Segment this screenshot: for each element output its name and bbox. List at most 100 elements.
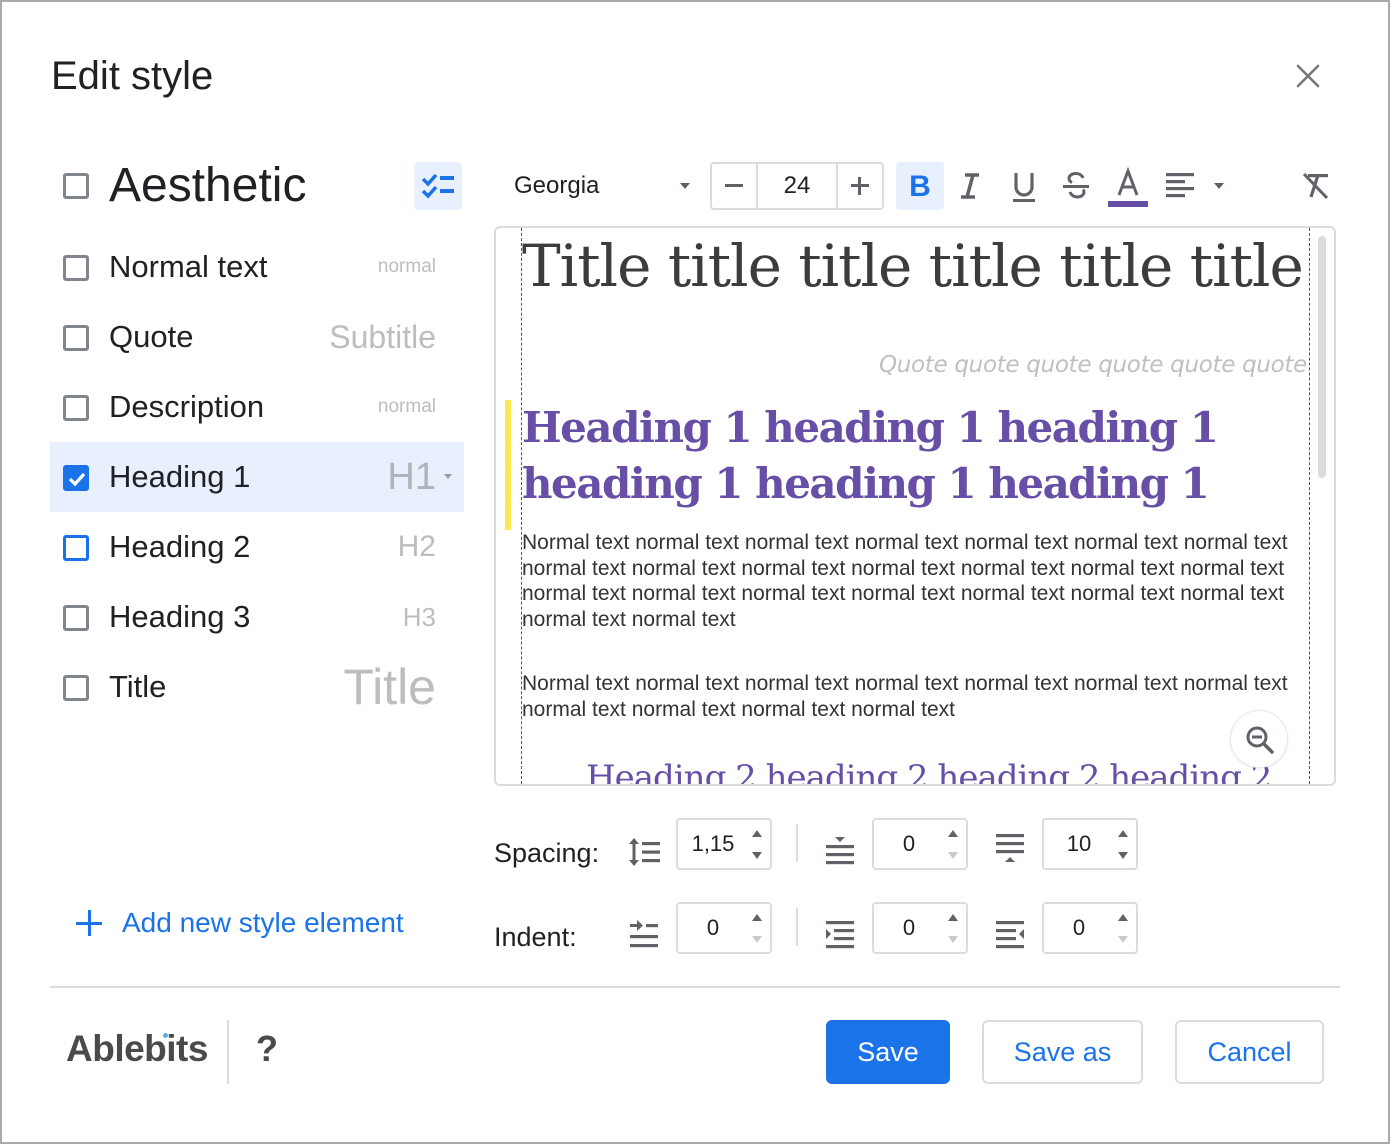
style-checkbox[interactable] (63, 395, 89, 421)
margin-guide-right (1309, 228, 1310, 784)
style-item-heading-2[interactable]: Heading 2 H2 (50, 512, 464, 582)
style-checkbox[interactable] (63, 675, 89, 701)
increment-arrow[interactable] (948, 914, 958, 921)
checkmark-icon (68, 472, 86, 487)
preview-heading-1: Heading 1 heading 1 heading 1 heading 1 … (522, 403, 1219, 508)
footer-divider (50, 986, 1340, 988)
preview-quote: Quote quote quote quote quote quote (878, 352, 1307, 378)
chevron-down-icon (680, 183, 690, 189)
style-checkbox[interactable] (63, 465, 89, 491)
chevron-down-icon[interactable] (444, 474, 452, 479)
increase-font-size-button[interactable] (838, 164, 882, 208)
style-checkbox[interactable] (63, 255, 89, 281)
font-family-select[interactable]: Georgia (494, 162, 700, 210)
preview-normal-text: Normal text normal text normal text norm… (522, 672, 1288, 721)
decrement-arrow[interactable] (1118, 936, 1128, 943)
space-before-value: 0 (902, 831, 916, 856)
style-checkbox[interactable] (63, 325, 89, 351)
select-all-button[interactable] (414, 162, 462, 210)
style-item-quote[interactable]: Quote Subtitle (50, 302, 464, 372)
svg-text:B: B (909, 170, 931, 203)
increment-arrow[interactable] (752, 830, 762, 837)
style-checkbox[interactable] (63, 535, 89, 561)
cancel-button[interactable]: Cancel (1175, 1020, 1324, 1084)
space-after-value: 10 (1066, 831, 1092, 856)
style-item-label: Title (109, 669, 167, 704)
style-item-heading-1[interactable]: Heading 1 H1 (50, 442, 464, 512)
style-item-heading-3[interactable]: Heading 3 H3 (50, 582, 464, 652)
decrement-arrow[interactable] (948, 936, 958, 943)
preview-normal-text: Normal text normal text normal text norm… (522, 531, 1288, 631)
space-before-input[interactable]: 0 (872, 818, 968, 870)
save-as-button[interactable]: Save as (982, 1020, 1143, 1084)
first-line-indent-value: 0 (706, 915, 720, 940)
space-after-icon (996, 834, 1024, 862)
align-button[interactable] (1156, 162, 1204, 210)
add-new-style-label: Add new style element (122, 907, 404, 938)
right-indent-input[interactable]: 0 (1042, 902, 1138, 954)
divider (796, 824, 798, 862)
style-item-description[interactable]: Description normal (50, 372, 464, 442)
style-checkbox[interactable] (63, 605, 89, 631)
font-size-input[interactable]: 24 (756, 164, 838, 208)
decrease-font-size-button[interactable] (712, 164, 756, 208)
preview-heading-2: Heading 2 heading 2 heading 2 heading 2 (586, 758, 1272, 786)
style-group-label: Aesthetic (109, 159, 307, 212)
style-item-label: Heading 1 (109, 459, 251, 494)
underline-button[interactable] (1000, 162, 1048, 210)
line-spacing-input[interactable]: 1,15 (676, 818, 772, 870)
add-new-style-button[interactable]: Add new style element (76, 903, 404, 943)
space-before-icon (826, 837, 854, 865)
style-item-tag: normal (377, 396, 436, 417)
checklist-icon (421, 173, 454, 199)
align-left-icon (1166, 173, 1194, 198)
close-button[interactable] (1290, 58, 1326, 94)
decrement-arrow[interactable] (948, 852, 958, 859)
increment-arrow[interactable] (752, 914, 762, 921)
strikethrough-button[interactable] (1052, 162, 1100, 210)
bold-icon: B (909, 170, 931, 203)
decrement-arrow[interactable] (1118, 852, 1128, 859)
ablebits-logo: Ablebits (66, 1028, 208, 1069)
clear-formatting-button[interactable] (1292, 162, 1340, 210)
close-icon (1296, 64, 1320, 88)
save-button[interactable]: Save (826, 1020, 950, 1084)
style-item-tag: normal (377, 256, 436, 277)
strikethrough-icon (1063, 171, 1089, 199)
style-item-tag: H1 (387, 456, 436, 498)
logo-dot (163, 1033, 168, 1038)
increment-arrow[interactable] (1118, 830, 1128, 837)
decrement-arrow[interactable] (752, 936, 762, 943)
plus-icon (76, 910, 102, 936)
line-spacing-value: 1,15 (691, 831, 735, 856)
increment-arrow[interactable] (1118, 914, 1128, 921)
decrement-arrow[interactable] (752, 852, 762, 859)
preview-title: Title title title title title title (522, 232, 1304, 300)
group-checkbox[interactable] (63, 173, 89, 199)
text-color-icon (1108, 166, 1148, 207)
chevron-down-icon[interactable] (1214, 183, 1224, 189)
style-item-label: Heading 3 (109, 599, 251, 634)
right-indent-icon (996, 921, 1024, 949)
divider (227, 1020, 229, 1084)
left-indent-icon (826, 921, 854, 949)
text-color-button[interactable] (1104, 162, 1152, 210)
divider (796, 908, 798, 946)
zoom-out-button[interactable] (1230, 710, 1288, 768)
first-line-indent-input[interactable]: 0 (676, 902, 772, 954)
style-item-title[interactable]: Title Title (50, 652, 464, 722)
spacing-label: Spacing: (494, 838, 600, 868)
italic-button[interactable] (946, 162, 994, 210)
bold-button[interactable]: B (896, 162, 944, 210)
style-item-normal-text[interactable]: Normal text normal (50, 232, 464, 302)
space-after-input[interactable]: 10 (1042, 818, 1138, 870)
font-family-value: Georgia (514, 172, 600, 199)
preview-scrollbar[interactable] (1318, 236, 1326, 478)
increment-arrow[interactable] (948, 830, 958, 837)
help-button[interactable]: ? (256, 1028, 278, 1070)
indent-label: Indent: (494, 922, 577, 952)
left-indent-input[interactable]: 0 (872, 902, 968, 954)
left-indent-value: 0 (902, 915, 916, 940)
dialog-title: Edit style (51, 54, 214, 98)
format-toolbar: Georgia 24 B (494, 162, 1340, 210)
